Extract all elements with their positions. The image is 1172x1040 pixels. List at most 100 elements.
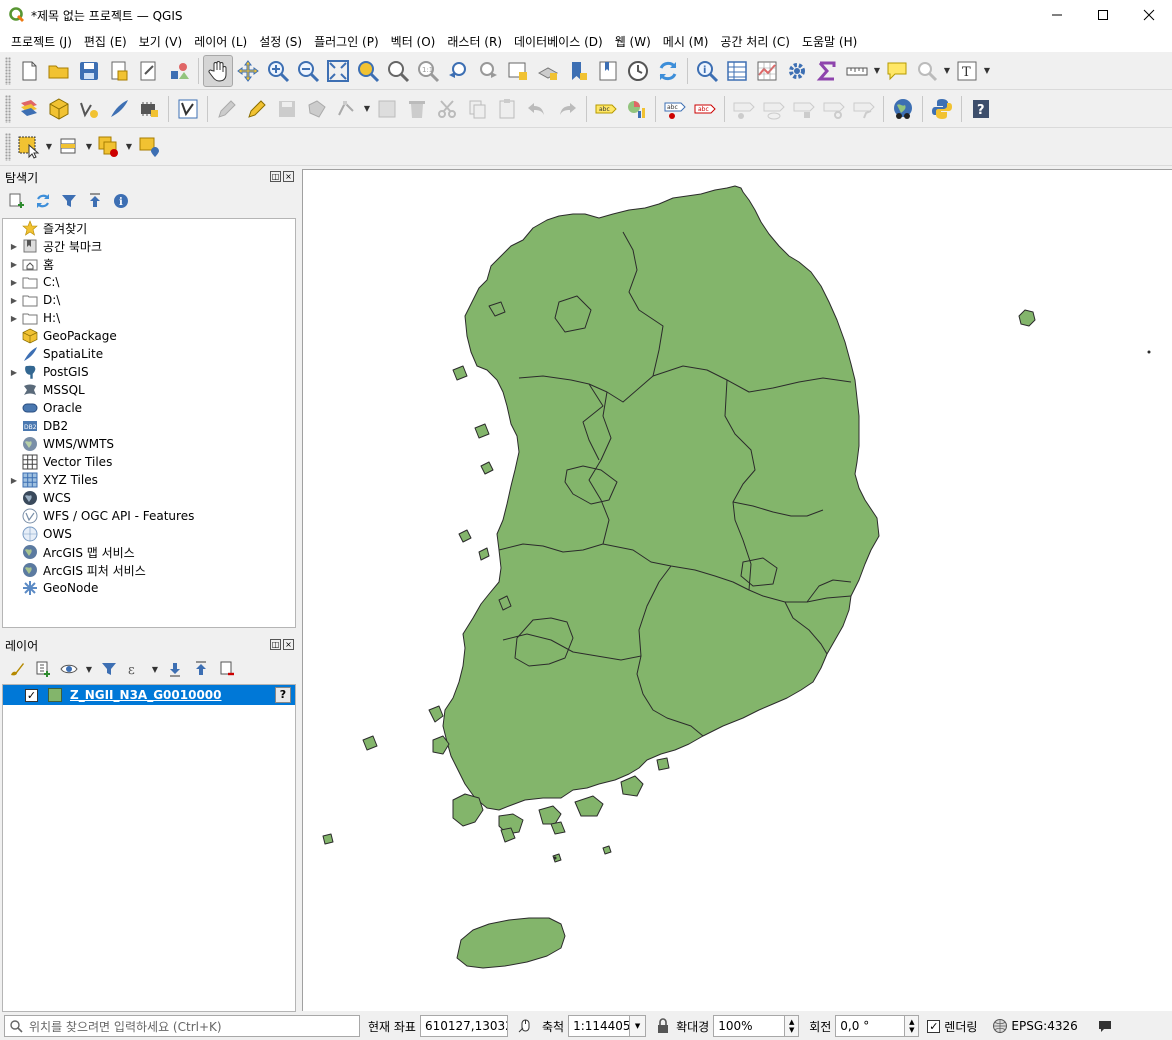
cut-features-button[interactable]: [432, 93, 462, 125]
change-label-button[interactable]: [819, 93, 849, 125]
pan-to-selection-button[interactable]: [233, 55, 263, 87]
move-label-button[interactable]: [729, 93, 759, 125]
bookmark-button[interactable]: [563, 55, 593, 87]
undo-button[interactable]: [522, 93, 552, 125]
menu-help[interactable]: 도움말 (H): [796, 33, 863, 50]
open-project-button[interactable]: [44, 55, 74, 87]
browser-item-home[interactable]: ▶ 홈: [3, 255, 295, 273]
zoom-to-selection-button[interactable]: [353, 55, 383, 87]
measure-dropdown[interactable]: ▼: [872, 66, 882, 75]
redo-button[interactable]: [552, 93, 582, 125]
identify-features-button[interactable]: i: [692, 55, 722, 87]
menu-processing[interactable]: 공간 처리 (C): [714, 33, 796, 50]
scale-dropdown[interactable]: ▼: [630, 1015, 647, 1037]
layer-diagram-button[interactable]: [621, 93, 651, 125]
toolbar-grip[interactable]: [5, 132, 11, 161]
current-edits-button[interactable]: [212, 93, 242, 125]
edit-label-button[interactable]: [849, 93, 879, 125]
unknown-crs-icon[interactable]: ?: [275, 687, 291, 703]
expand-arrow-icon[interactable]: ▶: [7, 368, 21, 377]
zoom-next-button[interactable]: [473, 55, 503, 87]
menu-settings[interactable]: 설정 (S): [253, 33, 308, 50]
select-by-value-dropdown[interactable]: ▼: [84, 142, 94, 151]
new-print-layout-button[interactable]: [134, 55, 164, 87]
locator-search-button[interactable]: [912, 55, 942, 87]
help-contents-button[interactable]: ?: [966, 93, 996, 125]
expand-arrow-icon[interactable]: ▶: [7, 260, 21, 269]
measure-button[interactable]: [842, 55, 872, 87]
menu-raster[interactable]: 래스터 (R): [441, 33, 508, 50]
maximize-button[interactable]: [1080, 0, 1126, 30]
new-shapefile-button[interactable]: [74, 93, 104, 125]
menu-web[interactable]: 웹 (W): [609, 33, 657, 50]
refresh-browser-button[interactable]: [32, 190, 54, 212]
browser-item-db2[interactable]: DB2 DB2: [3, 417, 295, 435]
browser-item-spatial-bookmarks[interactable]: ▶ 공간 북마크: [3, 237, 295, 255]
annotation-dropdown[interactable]: ▼: [982, 66, 992, 75]
expand-arrow-icon[interactable]: ▶: [7, 314, 21, 323]
expand-all-button[interactable]: [164, 658, 186, 680]
remove-layer-button[interactable]: [216, 658, 238, 680]
browser-item-arcgis-map[interactable]: ArcGIS 맵 서비스: [3, 543, 295, 561]
new-virtual-layer-button[interactable]: [134, 93, 164, 125]
properties-button[interactable]: i: [110, 190, 132, 212]
refresh-button[interactable]: [653, 55, 683, 87]
paste-features-button[interactable]: [492, 93, 522, 125]
pan-map-button[interactable]: [203, 54, 233, 87]
toolbar-grip[interactable]: [5, 94, 11, 123]
browser-item-xyz-tiles[interactable]: ▶ XYZ Tiles: [3, 471, 295, 489]
deselect-all-button[interactable]: [94, 131, 124, 163]
vertex-dropdown[interactable]: ▼: [362, 104, 372, 113]
browser-item-postgis[interactable]: ▶ PostGIS: [3, 363, 295, 381]
browser-item-geopackage[interactable]: GeoPackage: [3, 327, 295, 345]
messages-button[interactable]: [1096, 1017, 1114, 1035]
filter-legend-button[interactable]: [98, 658, 120, 680]
add-group-button[interactable]: [32, 658, 54, 680]
browser-item-drive-h[interactable]: ▶ H:\: [3, 309, 295, 327]
visibility-dropdown[interactable]: ▼: [84, 665, 94, 674]
minimize-button[interactable]: [1034, 0, 1080, 30]
style-manager-button[interactable]: [164, 55, 194, 87]
lock-scale-button[interactable]: [654, 1017, 672, 1035]
browser-item-wms[interactable]: WMS/WMTS: [3, 435, 295, 453]
magnifier-field[interactable]: 100%: [713, 1015, 786, 1037]
layer-visibility-checkbox[interactable]: ✓: [25, 688, 38, 702]
close-panel-button[interactable]: ×: [283, 639, 294, 650]
zoom-native-button[interactable]: 1:1: [413, 55, 443, 87]
menu-edit[interactable]: 편집 (E): [78, 33, 133, 50]
close-button[interactable]: [1126, 0, 1172, 30]
coordinate-field[interactable]: 610127,130322: [419, 1015, 508, 1037]
filter-by-expression-button[interactable]: ε: [124, 658, 146, 680]
map-tips-button[interactable]: [882, 55, 912, 87]
expand-arrow-icon[interactable]: ▶: [7, 476, 21, 485]
expression-dropdown[interactable]: ▼: [150, 665, 160, 674]
statistics-button[interactable]: [752, 55, 782, 87]
manage-visibility-button[interactable]: [58, 658, 80, 680]
rotation-spinner[interactable]: ▲ ▼: [905, 1015, 920, 1037]
save-project-button[interactable]: [74, 55, 104, 87]
menu-layer[interactable]: 레이어 (L): [188, 33, 253, 50]
crs-button[interactable]: [991, 1017, 1009, 1035]
browser-item-oracle[interactable]: Oracle: [3, 399, 295, 417]
expand-arrow-icon[interactable]: ▶: [7, 296, 21, 305]
toggle-extents-button[interactable]: [516, 1017, 534, 1035]
save-as-button[interactable]: [104, 55, 134, 87]
layer-item[interactable]: ✓ Z_NGII_N3A_G0010000 ?: [3, 685, 295, 705]
temporal-controller-button[interactable]: [623, 55, 653, 87]
deselect-dropdown[interactable]: ▼: [124, 142, 134, 151]
delete-selected-button[interactable]: [402, 93, 432, 125]
field-calculator-button[interactable]: [812, 55, 842, 87]
highlight-pinned-button[interactable]: abc: [690, 93, 720, 125]
layer-symbol-swatch[interactable]: [48, 688, 62, 702]
magnifier-spinner[interactable]: ▲ ▼: [785, 1015, 800, 1037]
crs-label[interactable]: EPSG:4326: [1011, 1019, 1077, 1033]
menu-database[interactable]: 데이터베이스 (D): [508, 33, 609, 50]
browser-item-wcs[interactable]: WCS: [3, 489, 295, 507]
browser-item-geonode[interactable]: GeoNode: [3, 579, 295, 597]
data-source-manager-button[interactable]: [14, 93, 44, 125]
zoom-last-button[interactable]: [443, 55, 473, 87]
copy-features-button[interactable]: [462, 93, 492, 125]
new-project-button[interactable]: [14, 55, 44, 87]
zoom-full-button[interactable]: [323, 55, 353, 87]
attribute-table-button[interactable]: [722, 55, 752, 87]
